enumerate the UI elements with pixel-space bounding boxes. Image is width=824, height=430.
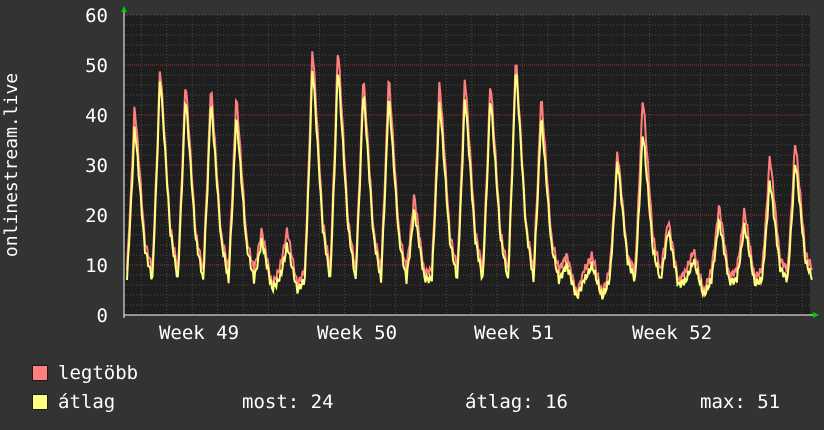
stat-maximum: max: 51	[700, 391, 781, 413]
legend-label-atlag: átlag	[58, 391, 116, 413]
stat-current: most: 24	[242, 391, 334, 413]
y-tick-label: 50	[85, 55, 108, 77]
y-tick-label: 10	[85, 255, 108, 277]
y-axis-arrow	[121, 6, 127, 12]
y-tick-label: 0	[97, 305, 108, 327]
legend-item-legtobb: legtöbb	[32, 362, 138, 384]
x-tick-label: Week 50	[317, 322, 397, 344]
x-tick-label: Week 52	[632, 322, 712, 344]
legtobb-swatch	[32, 365, 48, 381]
x-tick-label: Week 49	[159, 322, 239, 344]
legend-label-legtobb: legtöbb	[58, 362, 139, 384]
y-tick-label: 40	[85, 105, 108, 127]
y-tick-label: 60	[85, 5, 108, 27]
y-tick-label: 20	[85, 205, 108, 227]
y-tick-label: 30	[85, 155, 108, 177]
legend-item-atlag: átlag	[32, 391, 115, 413]
y-axis-label: onlinestream.live	[1, 73, 22, 257]
stat-average: átlag: 16	[465, 391, 568, 413]
atlag-swatch	[32, 394, 48, 410]
x-tick-label: Week 51	[474, 322, 554, 344]
x-axis-arrow	[813, 312, 819, 318]
